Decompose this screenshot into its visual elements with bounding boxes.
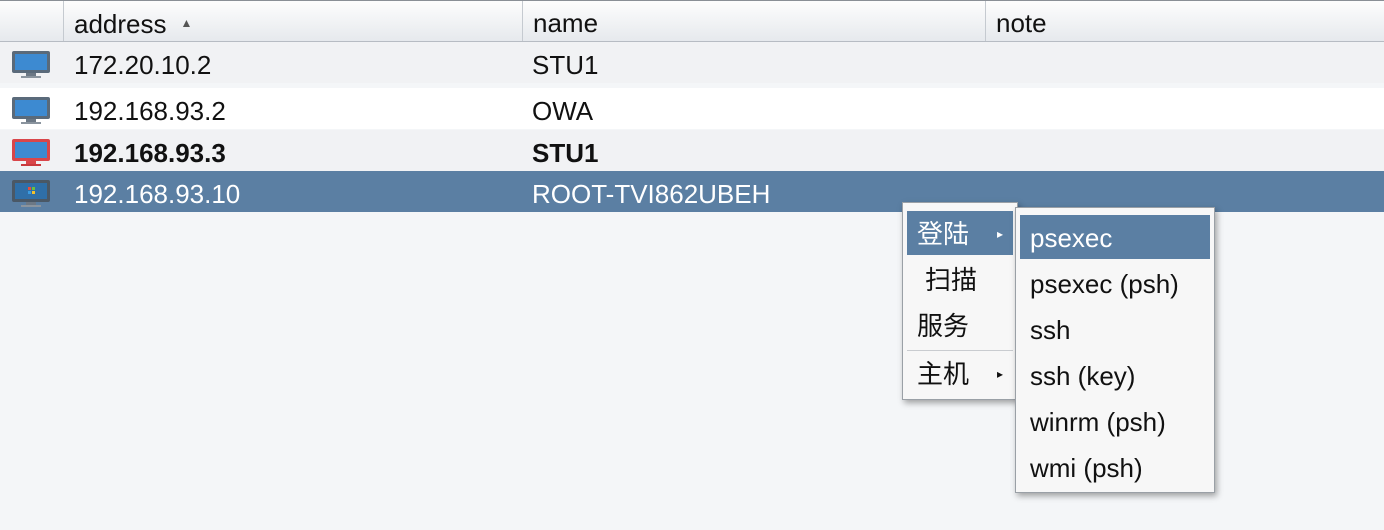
sort-ascending-icon: ▲ [180,16,193,30]
submenu-arrow-icon: ▸ [996,367,1003,381]
column-header-name[interactable]: name [522,1,985,41]
menu-item-scan[interactable]: 扫描 [907,257,1013,301]
login-submenu: psexec psexec (psh) ssh ssh (key) winrm … [1015,207,1215,493]
context-menu: 登陆 ▸ 扫描 服务 主机 ▸ [902,202,1018,400]
menu-item-login[interactable]: 登陆 ▸ [907,211,1013,255]
name-cell: OWA [532,96,594,126]
submenu-item-wmi-psh[interactable]: wmi (psh) [1020,445,1210,489]
submenu-item-ssh[interactable]: ssh [1020,307,1210,351]
table-row[interactable]: 192.168.93.3 STU1 [0,130,1384,171]
column-header-note[interactable]: note [985,1,1384,41]
address-cell: 192.168.93.2 [74,96,226,126]
name-cell: STU1 [532,138,599,168]
submenu-arrow-icon: ▸ [996,227,1003,241]
table-row[interactable]: 172.20.10.2 STU1 [0,42,1384,83]
table-row[interactable]: 192.168.93.2 OWA [0,88,1384,129]
table-header: address ▲ name note [0,0,1384,42]
column-header-icon[interactable] [0,1,63,41]
submenu-item-psexec-psh[interactable]: psexec (psh) [1020,261,1210,305]
windows-monitor-icon [12,180,50,207]
menu-item-host[interactable]: 主机 ▸ [907,351,1013,395]
column-header-address[interactable]: address ▲ [63,1,522,41]
address-cell: 192.168.93.3 [74,138,226,168]
address-cell: 172.20.10.2 [74,50,212,80]
name-cell: STU1 [532,50,599,80]
monitor-icon [12,97,50,124]
submenu-item-winrm-psh[interactable]: winrm (psh) [1020,399,1210,443]
menu-item-services[interactable]: 服务 [907,303,1013,347]
address-cell: 192.168.93.10 [74,179,241,209]
monitor-compromised-icon [12,139,50,166]
name-cell: ROOT-TVI862UBEH [532,179,771,209]
submenu-item-psexec[interactable]: psexec [1020,215,1210,259]
table-row-selected[interactable]: 192.168.93.10 ROOT-TVI862UBEH [0,171,1384,212]
submenu-item-ssh-key[interactable]: ssh (key) [1020,353,1210,397]
monitor-icon [12,51,50,78]
